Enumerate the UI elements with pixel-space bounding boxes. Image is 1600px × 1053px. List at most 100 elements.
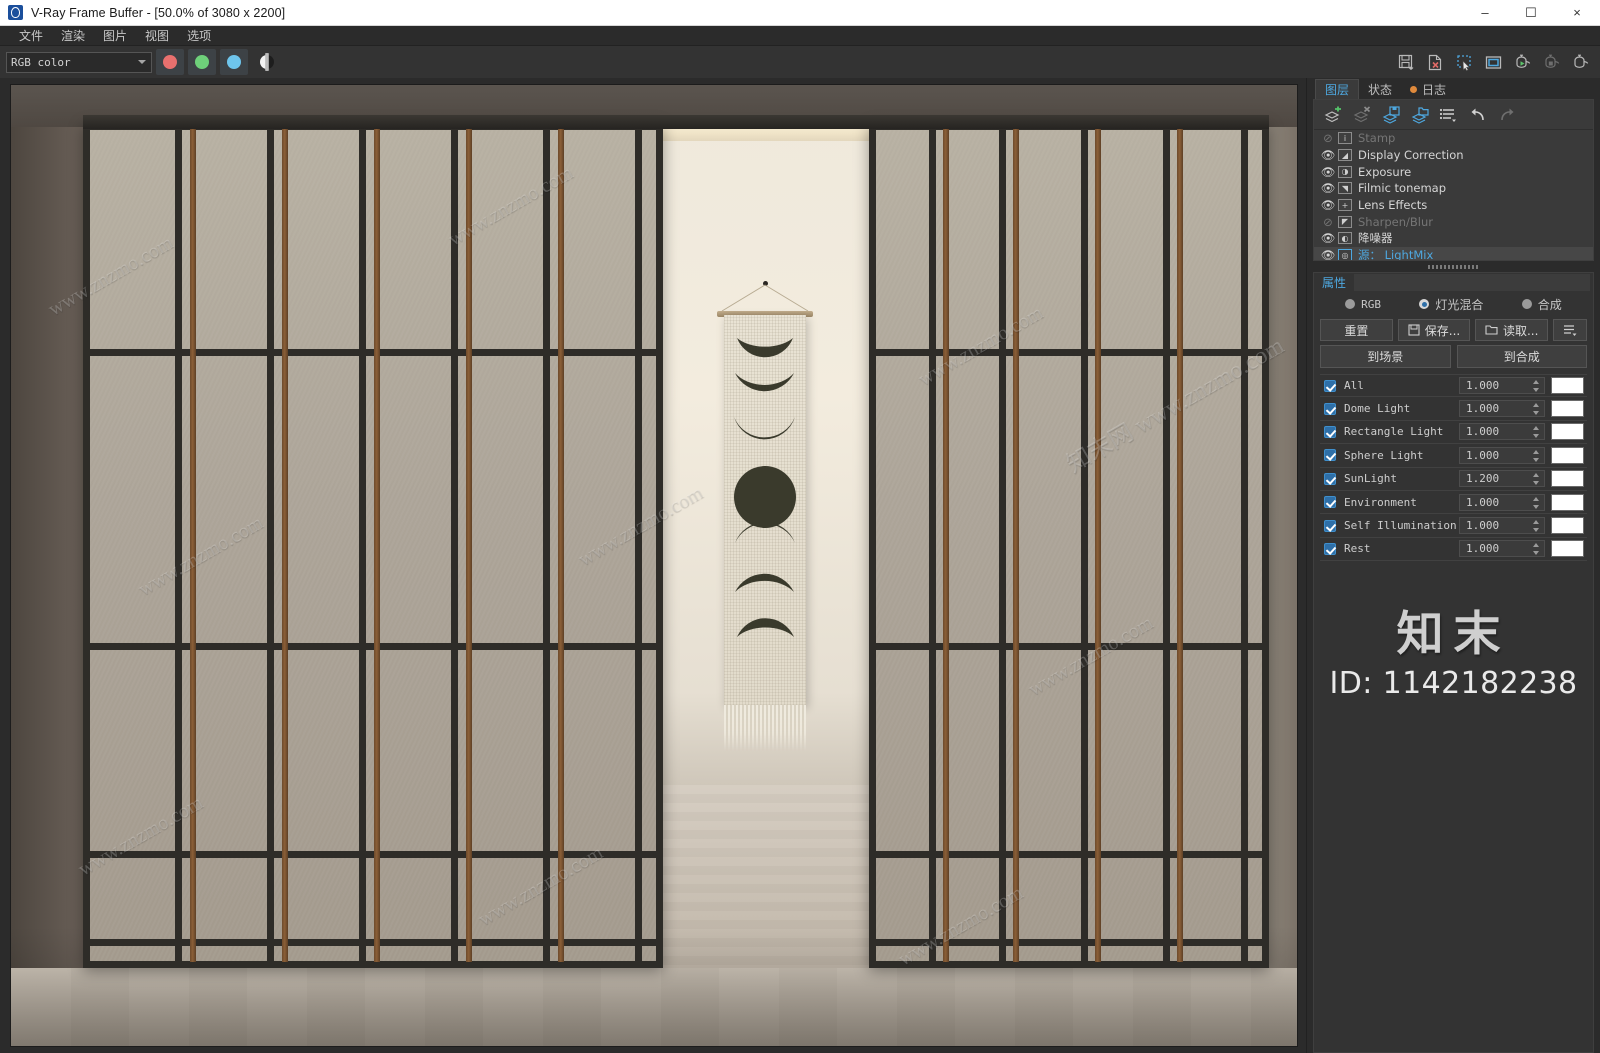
lightmix-row-self-illumination[interactable]: Self Illumination 1.000 [1320,514,1587,538]
render-last-icon[interactable] [1509,49,1536,75]
layer-row-lens-effects[interactable]: 👁 + Lens Effects [1314,197,1593,214]
checkbox[interactable] [1324,449,1336,462]
visibility-on-icon[interactable]: 👁 [1318,165,1338,179]
stepper-arrows-icon[interactable] [1533,543,1540,556]
color-swatch[interactable] [1551,423,1584,441]
checkbox[interactable] [1324,379,1336,392]
panel-splitter[interactable] [1307,261,1600,272]
color-swatch[interactable] [1551,540,1584,558]
visibility-off-icon[interactable]: ⊘ [1318,131,1338,145]
layer-row-filmic-tonemap[interactable]: 👁 ◥ Filmic tonemap [1314,180,1593,197]
stepper-arrows-icon[interactable] [1533,380,1540,393]
to-composite-button[interactable]: 到合成 [1456,345,1587,368]
lightmix-row-all[interactable]: All 1.000 [1320,374,1587,398]
intensity-stepper[interactable]: 1.000 [1459,540,1545,558]
radio-composite[interactable]: 合成 [1521,296,1562,313]
delete-layer-icon[interactable] [1349,103,1375,127]
green-channel-button[interactable] [188,49,216,75]
color-swatch[interactable] [1551,377,1584,395]
lightmix-row-sunlight[interactable]: SunLight 1.200 [1320,468,1587,491]
save-layer-preset-icon[interactable] [1378,103,1404,127]
visibility-off-icon[interactable]: ⊘ [1318,215,1338,229]
visibility-on-icon[interactable]: 👁 [1318,181,1338,195]
visibility-on-icon[interactable]: 👁 [1318,248,1338,260]
region-render-icon[interactable] [1451,49,1478,75]
intensity-stepper[interactable]: 1.000 [1459,423,1545,441]
tab-log[interactable]: 日志 [1401,79,1455,99]
fit-to-window-icon[interactable] [1480,49,1507,75]
moon-phase-graphics [734,338,796,637]
menu-options[interactable]: 选项 [178,26,220,46]
lightmix-row-rest[interactable]: Rest 1.000 [1320,538,1587,562]
channel-select-dropdown[interactable]: RGB color [6,51,152,73]
layer-row-exposure[interactable]: 👁 ◑ Exposure [1314,163,1593,180]
intensity-stepper[interactable]: 1.000 [1459,517,1545,535]
stepper-arrows-icon[interactable] [1533,403,1540,416]
layer-menu-icon[interactable] [1436,103,1462,127]
lightmix-row-sphere-light[interactable]: Sphere Light 1.000 [1320,444,1587,468]
layer-row-lightmix-source[interactable]: 👁 ◎ 源： LightMix [1314,246,1593,260]
layer-row-denoiser[interactable]: 👁 ◐ 降噪器 [1314,230,1593,247]
list-menu-icon[interactable] [1553,319,1588,341]
tab-status[interactable]: 状态 [1359,79,1401,99]
minimize-button[interactable]: – [1462,0,1508,26]
stop-render-icon[interactable] [1538,49,1565,75]
color-swatch[interactable] [1551,517,1584,535]
menu-image[interactable]: 图片 [94,26,136,46]
light-name: Dome Light [1344,402,1411,416]
redo-icon[interactable] [1494,103,1520,127]
color-swatch[interactable] [1551,446,1584,464]
checkbox[interactable] [1324,402,1336,415]
add-layer-icon[interactable] [1320,103,1346,127]
layer-row-stamp[interactable]: ⊘ i Stamp [1314,130,1593,147]
lightmix-row-rectangle-light[interactable]: Rectangle Light 1.000 [1320,421,1587,445]
checkbox[interactable] [1324,542,1336,555]
save-all-channels-icon[interactable] [1422,49,1449,75]
visibility-on-icon[interactable]: 👁 [1318,231,1338,245]
menu-render[interactable]: 渲染 [52,26,94,46]
visibility-on-icon[interactable]: 👁 [1318,148,1338,162]
to-scene-button[interactable]: 到场景 [1320,345,1451,368]
stepper-arrows-icon[interactable] [1533,496,1540,509]
load-button[interactable]: 读取... [1475,319,1549,341]
layer-row-display-correction[interactable]: 👁 ◢ Display Correction [1314,147,1593,164]
maximize-button[interactable]: ☐ [1508,0,1554,26]
color-swatch[interactable] [1551,493,1584,511]
render-icon[interactable] [1567,49,1594,75]
intensity-stepper[interactable]: 1.000 [1459,493,1545,511]
intensity-stepper[interactable]: 1.000 [1459,377,1545,395]
menu-view[interactable]: 视图 [136,26,178,46]
save-image-icon[interactable] [1393,49,1420,75]
undo-icon[interactable] [1465,103,1491,127]
render-image-viewport[interactable]: www.znzmo.com www.znzmo.com www.znzmo.co… [10,84,1298,1047]
stepper-arrows-icon[interactable] [1533,449,1540,462]
radio-lightmix[interactable]: 灯光混合 [1419,296,1483,313]
blue-channel-button[interactable] [220,49,248,75]
checkbox[interactable] [1324,519,1336,532]
color-swatch[interactable] [1551,470,1584,488]
intensity-stepper[interactable]: 1.200 [1459,470,1545,488]
close-button[interactable]: × [1554,0,1600,26]
layer-row-sharpen-blur[interactable]: ⊘ ◤ Sharpen/Blur [1314,213,1593,230]
intensity-stepper[interactable]: 1.000 [1459,400,1545,418]
checkbox[interactable] [1324,496,1336,509]
reset-button[interactable]: 重置 [1320,319,1393,341]
load-layer-preset-icon[interactable] [1407,103,1433,127]
visibility-on-icon[interactable]: 👁 [1318,198,1338,212]
checkbox[interactable] [1324,425,1336,438]
color-swatch[interactable] [1551,400,1584,418]
tab-layers[interactable]: 图层 [1315,79,1360,99]
menu-file[interactable]: 文件 [10,26,52,46]
alpha-channel-button[interactable] [254,49,280,75]
stepper-arrows-icon[interactable] [1533,473,1540,486]
red-channel-button[interactable] [156,49,184,75]
layer-list[interactable]: ⊘ i Stamp 👁 ◢ Display Correction 👁 ◑ Exp… [1314,130,1593,260]
checkbox[interactable] [1324,472,1336,485]
lightmix-row-dome-light[interactable]: Dome Light 1.000 [1320,397,1587,421]
radio-rgb[interactable]: RGB [1345,298,1381,311]
intensity-stepper[interactable]: 1.000 [1459,446,1545,464]
stepper-arrows-icon[interactable] [1533,520,1540,533]
stepper-arrows-icon[interactable] [1533,426,1540,439]
lightmix-row-environment[interactable]: Environment 1.000 [1320,491,1587,515]
save-button[interactable]: 保存... [1397,319,1471,341]
